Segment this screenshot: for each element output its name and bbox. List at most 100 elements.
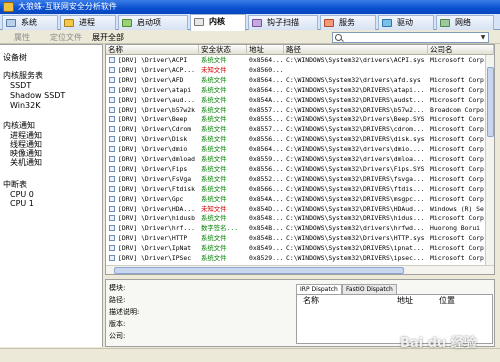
column-address[interactable]: 地址 xyxy=(397,296,413,305)
computer-icon xyxy=(6,19,16,27)
tab-system[interactable]: 系统 xyxy=(2,15,58,30)
tree-item-shadow-ssdt[interactable]: Shadow SSDT xyxy=(10,91,65,100)
table-row[interactable]: [DRV] \Driver\aud... 系统文件 0x854A... C:\WIND… xyxy=(106,96,494,105)
cell-company: Microsoft Corp xyxy=(430,214,484,223)
cell-address: 0x8564... xyxy=(249,75,284,84)
tree-item-win32k[interactable]: Win32K xyxy=(10,101,40,110)
tree-item-process-notify[interactable]: 进程通知 xyxy=(10,131,42,140)
tab-hook-scan[interactable]: 钩子扫描 xyxy=(248,15,318,30)
tree-item-interrupt-table[interactable]: 中断表 xyxy=(3,180,27,189)
table-row[interactable]: [DRV] \Driver\FsVga 系统文件 0x8552... C:\WINDO… xyxy=(106,175,494,184)
cell-company: Microsoft Corp xyxy=(430,254,484,262)
cell-path: C:\WINDOWS\System32\DRIVERS\disk.sys xyxy=(286,135,425,144)
cell-status: 系统文件 xyxy=(201,164,227,173)
startup-icon xyxy=(122,19,132,27)
cell-company: Microsoft Corp xyxy=(430,75,484,84)
search-icon xyxy=(335,34,342,41)
tree-item-device-tree[interactable]: 设备树 xyxy=(3,53,27,62)
tab-drivers[interactable]: 驱动 xyxy=(378,15,434,30)
table-row[interactable]: [DRV] \Driver\b57w2k 系统文件 0x8557... C:\WIND… xyxy=(106,106,494,115)
cell-address: 0x8529... xyxy=(249,254,284,262)
cell-name: [DRV] \Driver\ACP... xyxy=(118,65,195,74)
tab-startup[interactable]: 启动项 xyxy=(118,15,188,30)
table-row[interactable]: [DRV] \Driver\atapi 系统文件 0x8564... C:\WINDO… xyxy=(106,86,494,95)
table-row[interactable]: [DRV] \Driver\ACPI 系统文件 0x8564... C:\WINDOW… xyxy=(106,56,494,65)
column-name[interactable]: 名称 xyxy=(303,296,319,305)
tab-process[interactable]: 进程 xyxy=(60,15,116,30)
table-row[interactable]: [DRV] \Driver\ACP... 未知文件 0x8560... xyxy=(106,66,494,75)
tab-kernel[interactable]: 内核 xyxy=(190,14,246,31)
tree-item-kernel-notify[interactable]: 内核通知 xyxy=(3,121,35,130)
driver-icon xyxy=(109,126,115,133)
app-icon xyxy=(3,2,14,12)
cell-status: 系统文件 xyxy=(201,145,227,154)
table-row[interactable]: [DRV] \Driver\Gpc 系统文件 0x854A... C:\WINDOWS… xyxy=(106,195,494,204)
vertical-scrollbar[interactable] xyxy=(485,55,494,265)
tree-item-cpu1[interactable]: CPU 1 xyxy=(10,199,34,208)
cell-path xyxy=(286,66,428,75)
table-row[interactable]: [DRV] \Driver\HTTP 系统文件 0x854B... C:\WINDOW… xyxy=(106,234,494,243)
expand-all-button[interactable]: 展开全部 xyxy=(92,32,124,43)
cell-address: 0x854A... xyxy=(249,194,284,203)
tab-services[interactable]: 服务 xyxy=(320,15,376,30)
scroll-thumb[interactable] xyxy=(487,67,494,137)
cell-status: 系统文件 xyxy=(201,95,227,104)
table-row[interactable]: [DRV] \Driver\AFD 系统文件 0x8564... C:\WINDOWS… xyxy=(106,76,494,85)
tab-network[interactable]: 网络 xyxy=(436,15,494,30)
search-input[interactable]: ▼ xyxy=(332,32,489,43)
module-label: 模块: xyxy=(109,284,126,292)
table-row[interactable]: [DRV] \Driver\Ftdisk 系统文件 0x8566... C:\WIND… xyxy=(106,185,494,194)
version-label: 版本: xyxy=(109,320,126,328)
tree-item-thread-notify[interactable]: 线程通知 xyxy=(10,140,42,149)
table-row[interactable]: [DRV] \Driver\dmio 系统文件 0x8564... C:\WINDOW… xyxy=(106,145,494,154)
driver-icon xyxy=(109,116,115,123)
table-row[interactable]: [DRV] \Driver\Cdrom 系统文件 0x8557... C:\WINDO… xyxy=(106,125,494,134)
cell-name: [DRV] \Driver\ACPI xyxy=(118,56,188,64)
table-header: 名称 安全状态 地址 路径 公司名 xyxy=(106,45,494,55)
cell-address: 0x8548... xyxy=(249,214,284,223)
table-row[interactable]: [DRV] \Driver\HDA... 未知文件 0x854D... C:\WIND… xyxy=(106,205,494,214)
cell-name: [DRV] \Driver\Disk xyxy=(118,135,188,144)
table-row[interactable]: [DRV] \Driver\Fips 系统文件 0x8556... C:\WINDOW… xyxy=(106,165,494,174)
tree-item-ssdt[interactable]: SSDT xyxy=(10,81,31,90)
column-name[interactable]: 名称 xyxy=(106,45,199,55)
table-row[interactable]: [DRV] \Driver\IpNat 系统文件 0x8549... C:\WINDO… xyxy=(106,244,494,253)
toolbar: 属性 定位文件 展开全部 ▼ xyxy=(0,31,500,44)
properties-button[interactable]: 属性 xyxy=(14,32,30,43)
cell-status: 系统文件 xyxy=(201,214,227,223)
tab-irp-dispatch[interactable]: IRP Dispatch xyxy=(296,284,342,294)
table-row[interactable]: [DRV] \Driver\IPSec 系统文件 0x8529... C:\WINDO… xyxy=(106,254,494,263)
table-row[interactable]: [DRV] \Driver\hrf... 数字签名... 0x854B... C:\W… xyxy=(106,224,494,233)
table-row[interactable]: [DRV] \Driver\Disk 系统文件 0x8556... C:\WINDOW… xyxy=(106,135,494,144)
services-icon xyxy=(324,19,334,27)
driver-icon xyxy=(109,255,115,261)
cell-status: 系统文件 xyxy=(201,115,227,124)
tab-fastio-dispatch[interactable]: FastIO Dispatch xyxy=(342,284,397,294)
column-address[interactable]: 地址 xyxy=(247,45,284,55)
table-row[interactable]: [DRV] \Driver\dmload 系统文件 0x8559... C:\WIND… xyxy=(106,155,494,164)
tree-item-shutdown-notify[interactable]: 关机通知 xyxy=(10,158,42,167)
column-path[interactable]: 路径 xyxy=(284,45,428,55)
tree-item-kernel-services[interactable]: 内核服务表 xyxy=(3,71,43,80)
scroll-thumb[interactable] xyxy=(114,267,404,274)
cell-company: Microsoft Corp xyxy=(430,155,484,163)
table-row[interactable]: [DRV] \Driver\hidusb 系统文件 0x8548... C:\WIND… xyxy=(106,214,494,223)
column-status[interactable]: 安全状态 xyxy=(199,45,247,55)
cell-path: C:\WINDOWS\System32\drivers\afd.sys xyxy=(286,75,421,84)
cell-company: Microsoft Corp xyxy=(430,135,484,144)
cell-name: [DRV] \Driver\Gpc xyxy=(118,194,184,203)
cell-status: 未知文件 xyxy=(201,65,227,74)
cell-status: 系统文件 xyxy=(201,244,227,253)
tree-item-image-notify[interactable]: 映像通知 xyxy=(10,149,42,158)
driver-icon xyxy=(109,156,115,162)
table-row[interactable]: [DRV] \Driver\Beep 系统文件 0x8555... C:\WINDOW… xyxy=(106,115,494,124)
tree-item-cpu0[interactable]: CPU 0 xyxy=(10,190,34,199)
cell-company: Microsoft Corp xyxy=(430,56,484,64)
chevron-down-icon[interactable]: ▼ xyxy=(479,34,487,41)
cell-company: Microsoft Corp xyxy=(430,145,484,154)
column-company[interactable]: 公司名 xyxy=(428,45,494,55)
column-location[interactable]: 位置 xyxy=(439,296,455,305)
locate-file-button[interactable]: 定位文件 xyxy=(50,32,82,43)
horizontal-scrollbar[interactable] xyxy=(106,265,494,274)
driver-icon xyxy=(109,175,115,182)
